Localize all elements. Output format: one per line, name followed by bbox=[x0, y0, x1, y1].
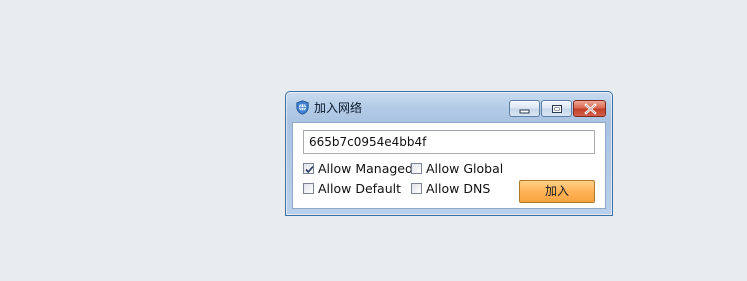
close-icon bbox=[584, 103, 597, 115]
allow-managed-checkbox[interactable]: Allow Managed bbox=[303, 160, 413, 176]
allow-dns-label: Allow DNS bbox=[426, 180, 491, 196]
allow-default-label: Allow Default bbox=[318, 180, 402, 196]
allow-global-label: Allow Global bbox=[426, 160, 504, 176]
checkbox-unchecked-icon[interactable] bbox=[303, 182, 314, 194]
title-bar[interactable]: 加入网络 bbox=[286, 92, 612, 122]
globe-shield-icon bbox=[295, 100, 310, 115]
desktop: 加入网络 665b7c0954e4bb4f Allow Managed Allo… bbox=[0, 0, 747, 281]
network-id-input[interactable] bbox=[303, 130, 595, 154]
close-button[interactable] bbox=[573, 100, 606, 117]
join-button[interactable]: 加入 bbox=[519, 180, 595, 203]
dialog-content: Allow Managed Allow Global Allow Default… bbox=[292, 122, 606, 209]
checkbox-checked-icon[interactable] bbox=[303, 162, 314, 174]
minimize-icon bbox=[519, 109, 530, 114]
allow-global-checkbox[interactable]: Allow Global bbox=[411, 160, 503, 176]
minimize-button[interactable] bbox=[509, 100, 540, 117]
allow-managed-label: Allow Managed bbox=[318, 160, 413, 176]
maximize-button[interactable] bbox=[541, 100, 572, 117]
window-title: 加入网络 bbox=[314, 101, 363, 115]
maximize-icon bbox=[552, 105, 562, 113]
allow-default-checkbox[interactable]: Allow Default bbox=[303, 180, 401, 196]
allow-dns-checkbox[interactable]: Allow DNS bbox=[411, 180, 490, 196]
checkbox-unchecked-icon[interactable] bbox=[411, 182, 422, 194]
checkbox-unchecked-icon[interactable] bbox=[411, 162, 422, 174]
join-network-window: 加入网络 665b7c0954e4bb4f Allow Managed Allo… bbox=[285, 91, 613, 216]
